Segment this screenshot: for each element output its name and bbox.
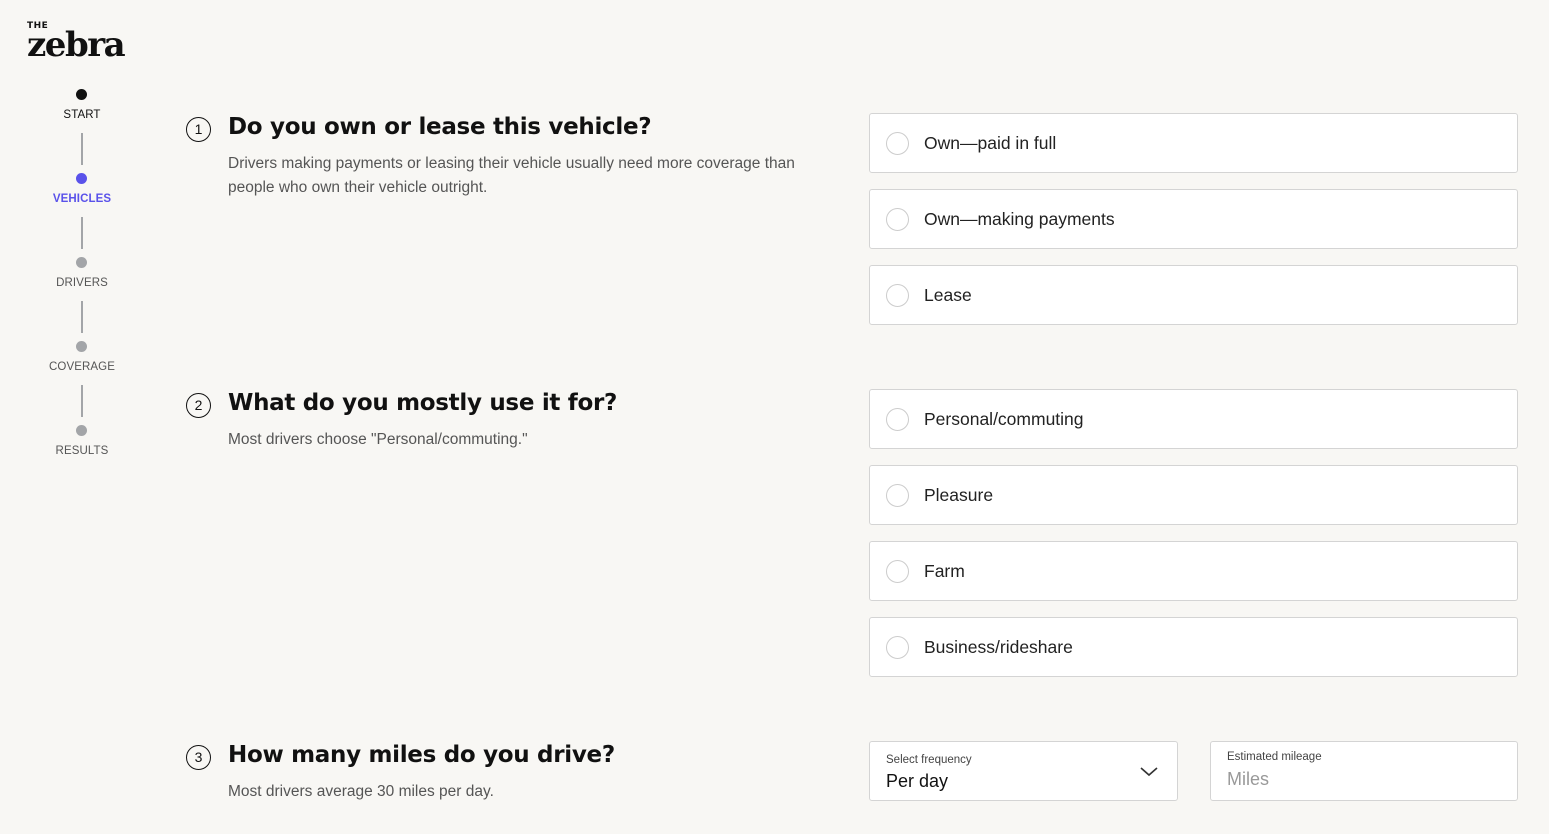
option-farm[interactable]: Farm [869, 541, 1518, 601]
zebra-logo[interactable]: THE zebra [27, 22, 126, 65]
option-own-making-payments[interactable]: Own—making payments [869, 189, 1518, 249]
option-label: Own—making payments [924, 209, 1115, 229]
step-label: START [63, 109, 101, 121]
step-results: RESULTS [40, 424, 124, 508]
question-number: 3 [186, 745, 211, 770]
option-label: Own—paid in full [924, 133, 1057, 153]
chevron-down-icon[interactable] [1139, 764, 1159, 778]
step-connector [81, 301, 83, 333]
radio-icon[interactable] [886, 284, 909, 307]
step-label: RESULTS [55, 445, 109, 457]
option-label: Business/rideshare [924, 637, 1073, 657]
radio-icon[interactable] [886, 484, 909, 507]
mileage-input[interactable]: Estimated mileage Miles [1210, 741, 1518, 801]
step-coverage: COVERAGE [40, 340, 124, 424]
option-lease[interactable]: Lease [869, 265, 1518, 325]
step-vehicles: VEHICLES [40, 172, 124, 256]
option-label: Farm [924, 561, 965, 581]
option-pleasure[interactable]: Pleasure [869, 465, 1518, 525]
radio-icon[interactable] [886, 560, 909, 583]
step-connector [81, 385, 83, 417]
radio-icon[interactable] [886, 636, 909, 659]
radio-icon[interactable] [886, 208, 909, 231]
frequency-value: Per day [886, 771, 949, 791]
question-description: Most drivers average 30 miles per day. [228, 783, 494, 800]
question-description: Drivers making payments or leasing their… [228, 155, 795, 196]
step-label: VEHICLES [52, 193, 112, 205]
logo-wordmark: zebra [27, 25, 126, 65]
step-connector [81, 133, 83, 165]
step-dot [76, 89, 87, 100]
question-number: 2 [186, 393, 211, 418]
step-dot [76, 257, 87, 268]
step-start: START [40, 88, 124, 172]
mileage-label: Estimated mileage [1227, 751, 1322, 763]
frequency-select[interactable]: Select frequency Per day [869, 741, 1178, 801]
frequency-label: Select frequency [886, 754, 972, 766]
radio-icon[interactable] [886, 408, 909, 431]
step-dot [76, 341, 87, 352]
option-label: Pleasure [924, 485, 994, 505]
option-label: Personal/commuting [924, 409, 1084, 429]
step-connector [81, 217, 83, 249]
option-business-rideshare[interactable]: Business/rideshare [869, 617, 1518, 677]
question-title: Do you own or lease this vehicle? [228, 114, 652, 140]
mileage-placeholder: Miles [1227, 769, 1270, 789]
step-dot [76, 173, 87, 184]
question-number: 1 [186, 117, 211, 142]
option-own-paid-in-full[interactable]: Own—paid in full [869, 113, 1518, 173]
option-personal-commuting[interactable]: Personal/commuting [869, 389, 1518, 449]
step-label: DRIVERS [56, 277, 108, 289]
radio-icon[interactable] [886, 132, 909, 155]
option-label: Lease [924, 285, 972, 305]
step-drivers: DRIVERS [40, 256, 124, 340]
question-description: Most drivers choose "Personal/commuting.… [228, 431, 528, 448]
question-title: How many miles do you drive? [228, 742, 615, 768]
progress-stepper: START VEHICLES DRIVERS COVERAGE RESULTS [40, 88, 124, 508]
step-label: COVERAGE [49, 361, 115, 373]
step-dot [76, 425, 87, 436]
question-title: What do you mostly use it for? [228, 390, 618, 416]
